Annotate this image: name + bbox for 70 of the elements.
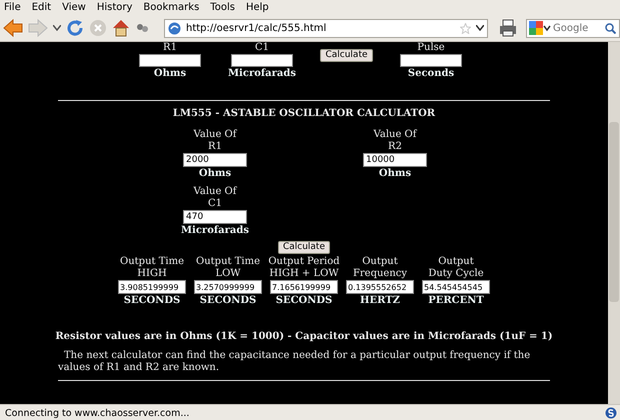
reload-icon[interactable] — [66, 19, 84, 37]
scrollbar[interactable] — [608, 42, 620, 404]
field-label: R2 — [388, 141, 402, 153]
input-field[interactable] — [231, 54, 293, 67]
menu-item[interactable]: View — [62, 2, 86, 13]
unit-label: SECONDS — [276, 294, 332, 307]
unit-label: Microfarads — [228, 67, 296, 80]
home-icon[interactable] — [112, 19, 130, 37]
caret-icon[interactable] — [53, 25, 61, 31]
unit-label: Seconds — [408, 67, 454, 80]
output-label: LOW — [215, 268, 241, 280]
calculate-button[interactable]: Calculate — [320, 49, 373, 62]
output-label: HIGH + LOW — [269, 268, 339, 280]
printer-icon[interactable] — [499, 19, 517, 37]
field-label: R1 — [163, 42, 177, 54]
field-label: Pulse — [417, 42, 445, 54]
menu-item[interactable]: Tools — [210, 2, 235, 13]
unit-label: SECONDS — [124, 294, 180, 307]
field-label: C1 — [208, 198, 222, 210]
output-label: Output — [438, 256, 474, 268]
input-field[interactable]: 2000 — [183, 153, 247, 167]
unit-label: Ohms — [198, 167, 232, 180]
field-label: R1 — [208, 141, 222, 153]
calculator-title: LM555 - ASTABLE OSCILLATOR CALCULATOR — [172, 107, 436, 121]
globe-icon — [168, 22, 181, 34]
output-label: HIGH — [137, 268, 167, 280]
search-field[interactable]: Google — [526, 18, 620, 38]
menu-item[interactable]: Edit — [32, 2, 52, 13]
description-paragraph: The next calculator can find the capacitance needed for a particular output frequency if the values of R1 and R2 are known. — [58, 350, 532, 374]
output-label: Output Time — [196, 256, 260, 268]
output-field[interactable]: 54.545454545 — [422, 280, 490, 294]
menu-item[interactable]: File — [4, 2, 21, 13]
star-icon[interactable] — [460, 22, 471, 34]
field-label: Value Of — [194, 186, 236, 198]
output-label: Output Period — [268, 256, 340, 268]
unit-label: Microfarads — [180, 224, 250, 237]
back-arrow-icon[interactable] — [3, 19, 23, 37]
menu-item[interactable]: Bookmarks — [143, 2, 200, 13]
status-text: Connecting to www.chaosserver.com... — [5, 408, 190, 418]
field-label: Value Of — [194, 129, 236, 141]
menu-item[interactable]: History — [96, 2, 132, 13]
field-label: Value Of — [374, 129, 416, 141]
menu-item[interactable]: Help — [246, 2, 269, 13]
s-logo-icon — [605, 407, 617, 419]
dropdown-caret-icon[interactable] — [476, 25, 484, 31]
units-note: Resistor values are in Ohms (1K = 1000) - Capacitor values are in Microfarads (1uF = 1) — [54, 331, 554, 342]
output-field[interactable]: 3.9085199999 — [118, 280, 186, 294]
url-text: http://oesrvr1/calc/555.html — [186, 22, 328, 34]
output-field[interactable]: 7.1656199999 — [270, 280, 338, 294]
output-field[interactable]: 0.1395552652 — [346, 280, 414, 294]
field-label: C1 — [254, 42, 269, 54]
output-label: Duty Cycle — [428, 268, 484, 280]
output-label: Output — [362, 256, 398, 268]
scrollbar-thumb[interactable] — [609, 122, 619, 302]
output-label: Output Time — [120, 256, 184, 268]
input-field[interactable]: 10000 — [363, 153, 427, 167]
unit-label: Ohms — [154, 67, 186, 80]
input-field[interactable]: 470 — [183, 210, 247, 224]
input-field[interactable] — [139, 54, 201, 67]
unit-label: SECONDS — [200, 294, 256, 307]
unit-label: Ohms — [378, 167, 412, 180]
calculate-button[interactable]: Calculate — [278, 241, 330, 254]
search-icon[interactable] — [605, 22, 616, 34]
input-field[interactable] — [400, 54, 462, 67]
output-label: Frequency — [352, 268, 408, 280]
unit-label: HERTZ — [360, 294, 400, 307]
unit-label: PERCENT — [428, 294, 484, 307]
output-field[interactable]: 3.2570999999 — [194, 280, 262, 294]
google-logo-icon[interactable] — [529, 21, 551, 35]
address-bar[interactable]: http://oesrvr1/calc/555.html — [164, 18, 488, 38]
